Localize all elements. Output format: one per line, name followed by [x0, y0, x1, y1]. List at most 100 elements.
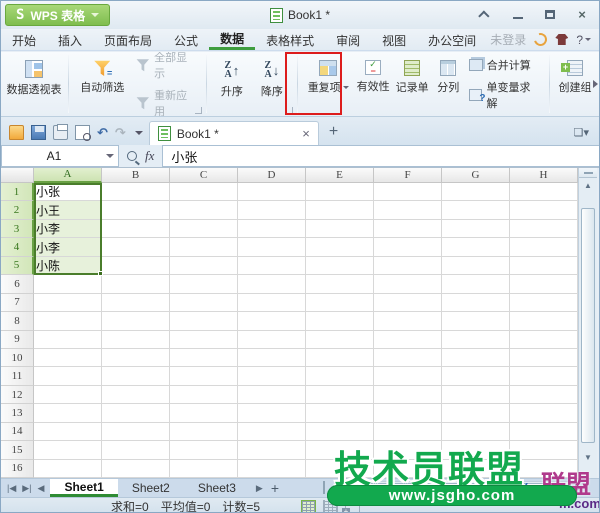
cell-f10[interactable] [374, 349, 442, 367]
cell-c10[interactable] [170, 349, 238, 367]
maximize-button[interactable] [541, 5, 559, 23]
cell-f12[interactable] [374, 386, 442, 404]
collapse-ribbon-button[interactable] [477, 5, 495, 23]
cell-c5[interactable] [170, 257, 238, 275]
tab-data[interactable]: 数据 [209, 29, 255, 50]
print-icon[interactable] [53, 125, 68, 140]
cell-e4[interactable] [306, 238, 374, 256]
cell-c12[interactable] [170, 386, 238, 404]
vertical-scroll-thumb[interactable] [581, 208, 595, 443]
row-header-13[interactable]: 13 [1, 404, 34, 422]
cell-h4[interactable] [510, 238, 578, 256]
page-layout-view-button[interactable] [345, 500, 360, 513]
cell-a1[interactable]: 小张 [34, 183, 102, 201]
cell-c11[interactable] [170, 367, 238, 385]
cell-a5[interactable]: 小陈 [34, 257, 102, 275]
cell-a4[interactable]: 小李 [34, 238, 102, 256]
cell-f7[interactable] [374, 294, 442, 312]
cell-d4[interactable] [238, 238, 306, 256]
dialog-launcher-icon[interactable] [195, 107, 202, 114]
cell-b3[interactable] [102, 220, 170, 238]
minimize-button[interactable] [509, 5, 527, 23]
auto-filter-button[interactable]: 自动筛选 [74, 54, 131, 114]
text-to-columns-button[interactable]: 分列 [432, 54, 465, 114]
consolidate-button[interactable]: 合并计算 [469, 57, 540, 73]
cell-c14[interactable] [170, 423, 238, 441]
record-form-button[interactable]: 记录单 [393, 54, 432, 114]
cell-b6[interactable] [102, 275, 170, 293]
cell-g8[interactable] [442, 312, 510, 330]
row-header-15[interactable]: 15 [1, 441, 34, 459]
cell-d8[interactable] [238, 312, 306, 330]
cell-d13[interactable] [238, 404, 306, 422]
vertical-scrollbar[interactable]: ▲ ▼ [578, 168, 597, 478]
formula-input[interactable]: 小张 [162, 145, 599, 167]
cell-b1[interactable] [102, 183, 170, 201]
cell-f8[interactable] [374, 312, 442, 330]
undo-icon[interactable]: ↶ [97, 125, 108, 140]
cell-f11[interactable] [374, 367, 442, 385]
cell-b8[interactable] [102, 312, 170, 330]
sheet-tab-sheet2[interactable]: Sheet2 [118, 479, 184, 497]
cell-d10[interactable] [238, 349, 306, 367]
cell-f16[interactable] [374, 460, 442, 478]
cell-b15[interactable] [102, 441, 170, 459]
cell-f15[interactable] [374, 441, 442, 459]
cell-h14[interactable] [510, 423, 578, 441]
cell-d2[interactable] [238, 201, 306, 219]
cell-a12[interactable] [34, 386, 102, 404]
redo-icon[interactable]: ↷ [115, 125, 126, 140]
tab-home[interactable]: 开始 [1, 29, 47, 50]
cell-f1[interactable] [374, 183, 442, 201]
cell-g3[interactable] [442, 220, 510, 238]
refresh-coin-icon[interactable] [532, 31, 550, 49]
cell-h9[interactable] [510, 331, 578, 349]
row-header-14[interactable]: 14 [1, 423, 34, 441]
cell-b12[interactable] [102, 386, 170, 404]
cell-h16[interactable] [510, 460, 578, 478]
row-header-4[interactable]: 4 [1, 238, 34, 256]
scroll-right-arrow-icon[interactable]: ▶ [572, 482, 585, 493]
cell-h6[interactable] [510, 275, 578, 293]
cell-g5[interactable] [442, 257, 510, 275]
cell-e14[interactable] [306, 423, 374, 441]
help-button[interactable]: ? [576, 33, 591, 47]
cell-a16[interactable] [34, 460, 102, 478]
new-document-tab-button[interactable]: + [319, 123, 348, 145]
cell-e12[interactable] [306, 386, 374, 404]
save-icon[interactable] [31, 125, 46, 140]
row-header-1[interactable]: 1 [1, 183, 34, 201]
cell-e13[interactable] [306, 404, 374, 422]
chevron-down-icon[interactable] [135, 131, 143, 135]
sheet-tab-sheet1[interactable]: Sheet1 [50, 479, 117, 497]
cell-e7[interactable] [306, 294, 374, 312]
cell-a7[interactable] [34, 294, 102, 312]
cell-e2[interactable] [306, 201, 374, 219]
cell-h5[interactable] [510, 257, 578, 275]
cell-e15[interactable] [306, 441, 374, 459]
insert-function-button[interactable]: fx [145, 148, 154, 164]
row-header-9[interactable]: 9 [1, 331, 34, 349]
cell-h1[interactable] [510, 183, 578, 201]
cell-c13[interactable] [170, 404, 238, 422]
row-header-6[interactable]: 6 [1, 275, 34, 293]
cell-g15[interactable] [442, 441, 510, 459]
cell-c2[interactable] [170, 201, 238, 219]
scroll-up-arrow-icon[interactable]: ▲ [579, 178, 597, 192]
cell-g12[interactable] [442, 386, 510, 404]
cell-g4[interactable] [442, 238, 510, 256]
column-header-b[interactable]: B [102, 168, 170, 183]
cell-g1[interactable] [442, 183, 510, 201]
sort-descending-button[interactable]: ZA ↓ 降序 [252, 54, 292, 114]
column-header-g[interactable]: G [442, 168, 510, 183]
cell-b7[interactable] [102, 294, 170, 312]
cell-e6[interactable] [306, 275, 374, 293]
cell-e8[interactable] [306, 312, 374, 330]
cell-h15[interactable] [510, 441, 578, 459]
row-header-8[interactable]: 8 [1, 312, 34, 330]
cell-g14[interactable] [442, 423, 510, 441]
column-header-h[interactable]: H [510, 168, 578, 183]
cell-d9[interactable] [238, 331, 306, 349]
sheet-tab-sheet3[interactable]: Sheet3 [184, 479, 250, 497]
column-header-d[interactable]: D [238, 168, 306, 183]
